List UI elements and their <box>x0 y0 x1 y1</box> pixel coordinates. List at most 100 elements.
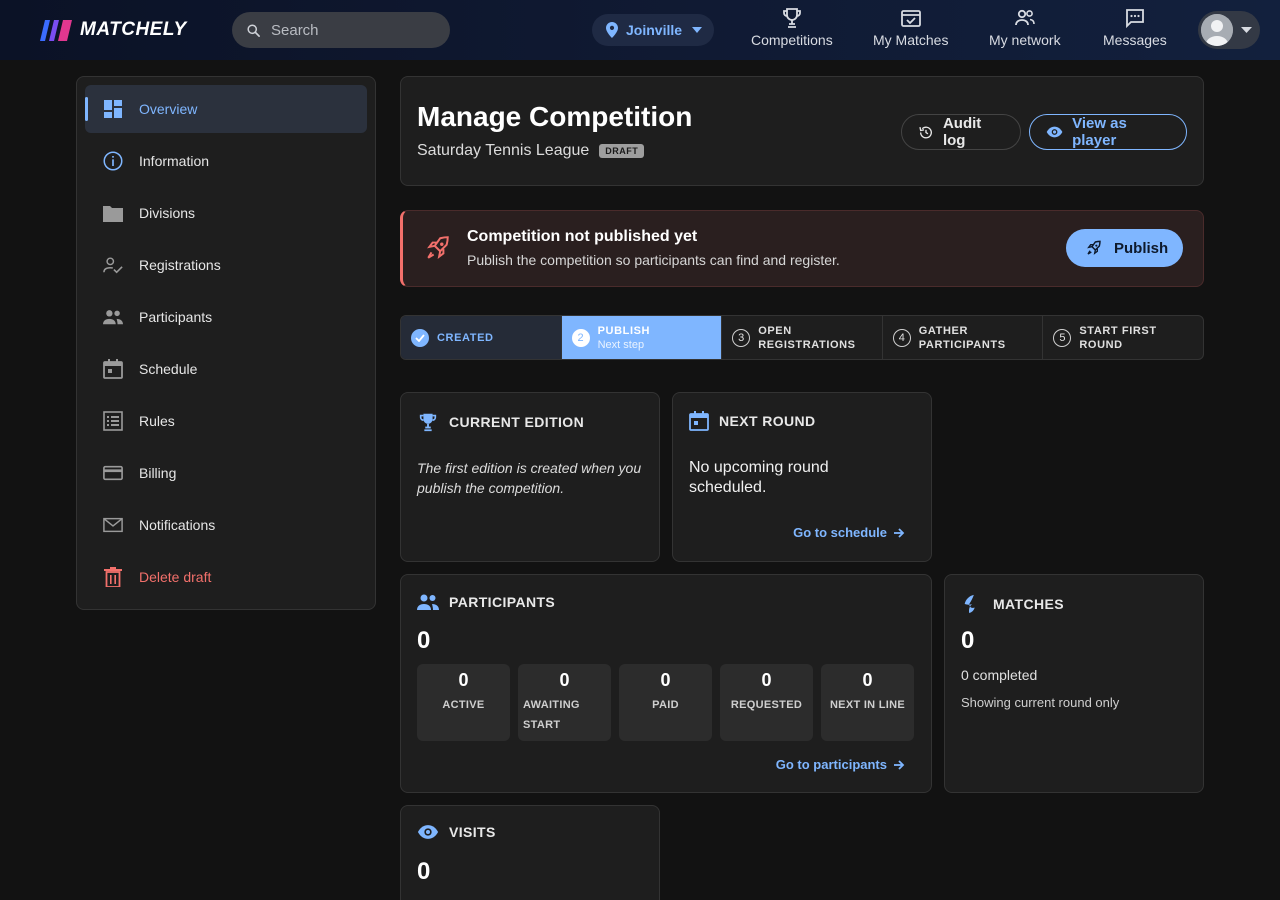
trash-icon <box>103 567 123 587</box>
stat-value: 0 <box>559 670 570 690</box>
go-to-schedule-link[interactable]: Go to schedule <box>793 525 905 540</box>
check-icon <box>411 328 429 347</box>
view-as-player-button[interactable]: View as player <box>1029 114 1187 150</box>
nav-my-network[interactable]: My network <box>989 6 1061 54</box>
nav-my-matches-label: My Matches <box>873 32 949 48</box>
nav-competitions-label: Competitions <box>751 32 833 48</box>
stat-label: AWAITING START <box>523 699 580 731</box>
stat-label: NEXT IN LINE <box>829 699 906 711</box>
card-title: CURRENT EDITION <box>449 414 585 430</box>
account-menu-button[interactable] <box>1198 11 1260 49</box>
card-title: MATCHES <box>993 596 1064 612</box>
step-hint: Next step <box>597 338 645 351</box>
user-avatar-icon <box>1201 14 1233 46</box>
nav-my-network-label: My network <box>989 32 1061 48</box>
trophy-icon <box>419 413 437 432</box>
page-title: Manage Competition <box>417 101 693 132</box>
competition-subtitle: Saturday Tennis League DRAFT <box>417 142 645 160</box>
search-box[interactable] <box>232 12 450 48</box>
step-number: 4 <box>892 328 911 347</box>
location-pin-icon <box>606 22 618 38</box>
step-label: OPEN REGISTRATIONS <box>758 324 856 351</box>
publish-button[interactable]: Publish <box>1066 229 1183 267</box>
nav-messages-label: Messages <box>1103 32 1167 48</box>
logo-text: MATCHELY <box>80 19 187 40</box>
sidebar-item-schedule[interactable]: Schedule <box>85 345 367 393</box>
stat-awaiting-start: 0 AWAITING START <box>518 664 611 741</box>
location-label: Joinville <box>626 22 683 38</box>
history-icon <box>919 126 932 138</box>
people-icon <box>103 307 123 327</box>
step-start-first-round[interactable]: 5 START FIRST ROUND <box>1043 316 1203 359</box>
stat-value: 0 <box>660 670 671 690</box>
sidebar-item-notifications[interactable]: Notifications <box>85 501 367 549</box>
card-header: MATCHES <box>961 593 1064 615</box>
avatar <box>1201 14 1233 46</box>
stat-label: PAID <box>652 699 679 711</box>
publish-label: Publish <box>1114 239 1169 257</box>
sidebar-item-delete-draft[interactable]: Delete draft <box>85 553 367 601</box>
stat-active: 0 ACTIVE <box>417 664 510 741</box>
visits-card: VISITS 0 <box>400 805 660 900</box>
visits-total: 0 <box>417 858 431 885</box>
sidebar-item-label: Registrations <box>139 257 221 273</box>
arrow-right-icon <box>894 759 905 770</box>
alert-title: Competition not published yet <box>467 228 698 245</box>
info-icon <box>103 151 123 171</box>
list-icon <box>103 411 123 431</box>
sidebar-item-overview[interactable]: Overview <box>85 85 367 133</box>
matches-total: 0 <box>961 627 975 654</box>
search-input[interactable] <box>271 21 431 39</box>
step-label: PUBLISH <box>597 324 651 337</box>
participant-stats: 0 ACTIVE 0 AWAITING START 0 PAID 0 REQUE… <box>417 664 914 741</box>
nav-competitions[interactable]: Competitions <box>751 6 833 54</box>
calendar-icon <box>689 411 709 431</box>
sidebar-item-registrations[interactable]: Registrations <box>85 241 367 289</box>
stat-label: REQUESTED <box>730 699 803 711</box>
sidebar-item-label: Rules <box>139 413 175 429</box>
card-header: NEXT ROUND <box>689 411 816 431</box>
location-selector[interactable]: Joinville <box>592 14 714 46</box>
person-check-icon <box>103 255 123 275</box>
step-number: 3 <box>732 328 751 347</box>
sidebar-item-label: Schedule <box>139 361 198 377</box>
alert-text: Publish the competition so participants … <box>467 252 840 268</box>
nav-my-matches[interactable]: My Matches <box>873 6 948 54</box>
step-open-registrations[interactable]: 3 OPEN REGISTRATIONS <box>722 316 883 359</box>
chat-icon <box>1126 9 1144 29</box>
card-header: PARTICIPANTS <box>417 593 555 611</box>
chevron-down-icon <box>692 27 703 33</box>
competition-name: Saturday Tennis League <box>417 142 590 159</box>
step-created[interactable]: CREATED <box>401 316 562 359</box>
audit-log-button[interactable]: Audit log <box>901 114 1021 150</box>
calendar-check-icon <box>900 10 921 27</box>
stat-requested: 0 REQUESTED <box>720 664 813 741</box>
nav-messages[interactable]: Messages <box>1103 6 1167 54</box>
people-icon <box>1014 9 1035 26</box>
matchely-logo[interactable]: MATCHELY <box>36 16 187 44</box>
step-publish[interactable]: 2 PUBLISH Next step <box>561 316 723 359</box>
sidebar-item-label: Billing <box>139 465 177 481</box>
sidebar-item-information[interactable]: Information <box>85 137 367 185</box>
sidebar-item-billing[interactable]: Billing <box>85 449 367 497</box>
sidebar-item-participants[interactable]: Participants <box>85 293 367 341</box>
stat-next-in-line: 0 NEXT IN LINE <box>821 664 914 741</box>
eye-icon <box>1046 126 1063 138</box>
status-badge: DRAFT <box>599 144 645 158</box>
link-label: Go to participants <box>775 757 887 772</box>
rocket-icon <box>427 236 449 259</box>
credit-card-icon <box>103 463 123 483</box>
matches-completed: 0 completed <box>961 667 1038 683</box>
card-title: NEXT ROUND <box>719 413 816 429</box>
stat-value: 0 <box>458 670 469 690</box>
matches-card: MATCHES 0 0 completed Showing current ro… <box>944 574 1204 793</box>
step-gather-participants[interactable]: 4 GATHER PARTICIPANTS <box>883 316 1044 359</box>
sidebar-item-label: Notifications <box>139 517 216 533</box>
step-label: GATHER PARTICIPANTS <box>918 324 1006 351</box>
card-title: VISITS <box>449 824 496 840</box>
sidebar: Overview Information Divisions Registrat… <box>76 76 376 610</box>
sidebar-item-divisions[interactable]: Divisions <box>85 189 367 237</box>
tennis-racket-icon <box>964 594 975 614</box>
go-to-participants-link[interactable]: Go to participants <box>776 757 905 772</box>
sidebar-item-rules[interactable]: Rules <box>85 397 367 445</box>
